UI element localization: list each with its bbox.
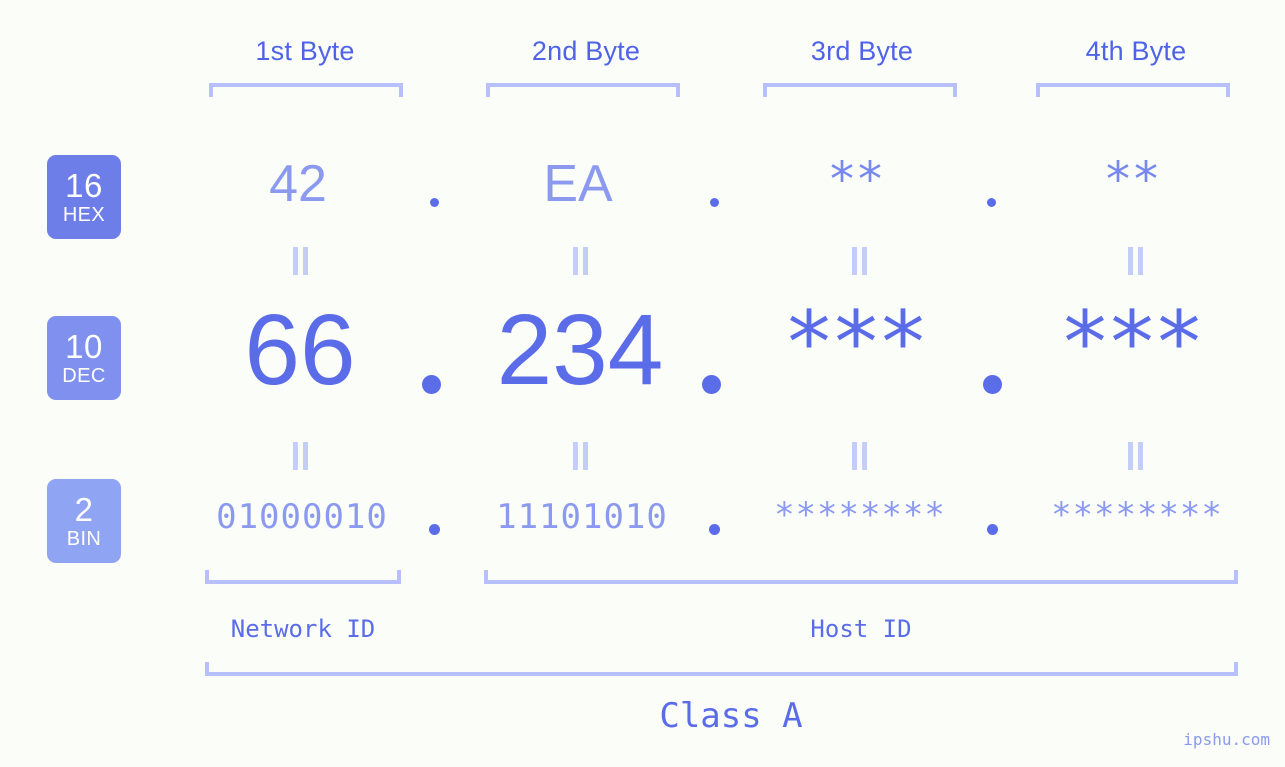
dec-separator-dot-2 [702,375,721,394]
base-badge-hex-number: 16 [65,167,103,204]
bin-byte-2-value: 11101010 [496,497,668,537]
hex-separator-dot-3 [987,198,996,207]
dec-separator-dot-1 [422,375,441,394]
hex-byte-2-value: EA [543,155,613,213]
dec-byte-3-value: *** [787,293,929,393]
base-badge-bin-name: BIN [66,528,102,550]
equals-mark-hex-dec-1 [292,247,310,275]
bin-separator-dot-1 [429,524,440,535]
base-badge-bin: 2 BIN [47,479,121,563]
host-id-bracket [484,570,1238,584]
ip-address-breakdown-diagram: 1st Byte 2nd Byte 3rd Byte 4th Byte 16 H… [0,0,1285,767]
class-label: Class A [659,696,803,736]
base-badge-dec-number: 10 [65,328,103,365]
hex-separator-dot-2 [710,198,719,207]
bin-byte-3-value: ******** [774,495,946,535]
equals-mark-dec-bin-1 [292,442,310,470]
network-id-bracket [205,570,401,584]
byte-bracket-3 [763,83,957,97]
network-id-label: Network ID [230,615,376,643]
site-watermark: ipshu.com [1183,730,1270,749]
equals-mark-dec-bin-3 [851,442,869,470]
byte-header-label-3: 3rd Byte [810,36,914,66]
equals-mark-dec-bin-2 [572,442,590,470]
equals-mark-hex-dec-4 [1127,247,1145,275]
dec-byte-4-value: *** [1063,293,1205,393]
bin-byte-4-value: ******** [1051,495,1223,535]
bin-byte-1-value: 01000010 [216,497,388,537]
base-badge-dec: 10 DEC [47,316,121,400]
base-badge-dec-name: DEC [62,365,106,387]
equals-mark-dec-bin-4 [1127,442,1145,470]
byte-bracket-2 [486,83,680,97]
dec-separator-dot-3 [983,375,1002,394]
hex-separator-dot-1 [430,198,439,207]
bin-separator-dot-3 [987,524,998,535]
hex-byte-4-value: ** [1106,152,1162,208]
byte-header-label-4: 4th Byte [1085,36,1187,66]
base-badge-bin-number: 2 [74,491,94,528]
dec-byte-2-value: 234 [496,294,664,406]
byte-bracket-1 [209,83,403,97]
equals-mark-hex-dec-3 [851,247,869,275]
base-badge-hex: 16 HEX [47,155,121,239]
bin-separator-dot-2 [709,524,720,535]
class-bracket [205,662,1238,676]
host-id-label: Host ID [810,615,912,643]
equals-mark-hex-dec-2 [572,247,590,275]
hex-byte-3-value: ** [830,152,886,208]
byte-header-label-1: 1st Byte [255,36,355,66]
dec-byte-1-value: 66 [244,294,356,406]
byte-header-label-2: 2nd Byte [531,36,641,66]
byte-bracket-4 [1036,83,1230,97]
base-badge-hex-name: HEX [62,204,106,226]
hex-byte-1-value: 42 [269,155,327,213]
